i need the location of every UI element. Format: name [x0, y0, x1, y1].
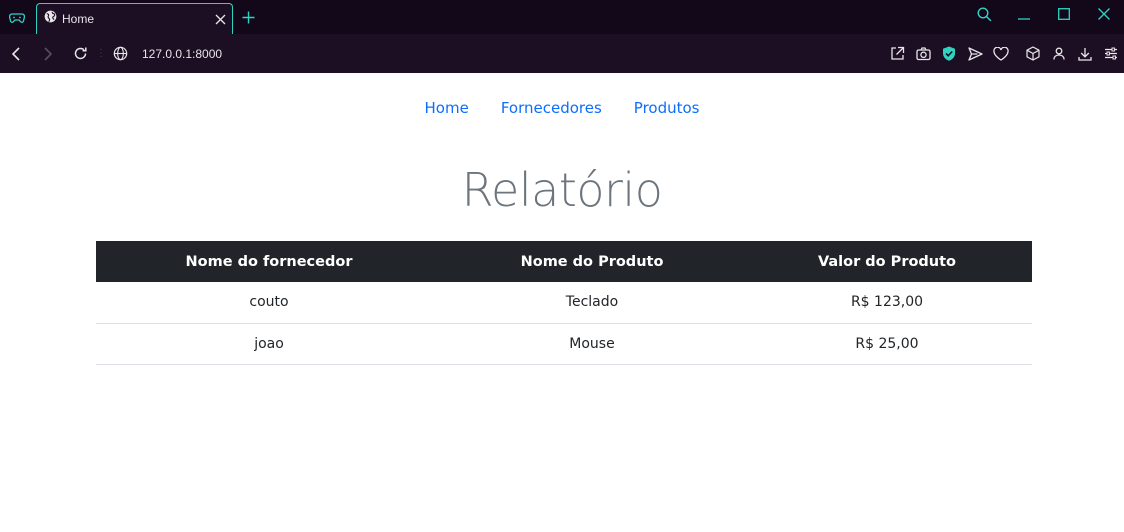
table-header-row: Nome do fornecedor Nome do Produto Valor… — [96, 241, 1032, 282]
browser-tabbar: Home — [0, 0, 1124, 34]
toolbar-icons — [884, 34, 1124, 73]
search-tabs-icon[interactable] — [964, 0, 1004, 28]
heart-icon[interactable] — [988, 39, 1014, 69]
globe-icon — [44, 10, 57, 28]
page-title: Relatório — [461, 163, 663, 217]
send-icon[interactable] — [962, 39, 988, 69]
close-tab-icon[interactable] — [208, 7, 232, 31]
cell-price: R$ 123,00 — [742, 282, 1032, 324]
nav-link-home[interactable]: Home — [409, 99, 485, 117]
cell-supplier: couto — [96, 282, 442, 324]
minimize-icon[interactable] — [1004, 0, 1044, 28]
column-header-price: Valor do Produto — [742, 241, 1032, 282]
back-icon[interactable] — [0, 38, 32, 70]
new-tab-button[interactable] — [236, 5, 260, 29]
shield-icon[interactable] — [936, 39, 962, 69]
camera-icon[interactable] — [910, 39, 936, 69]
column-header-supplier: Nome do fornecedor — [96, 241, 442, 282]
forward-icon[interactable] — [32, 38, 64, 70]
main-nav: Home Fornecedores Produtos — [0, 99, 1124, 117]
url-field[interactable]: 127.0.0.1:8000 — [142, 47, 222, 61]
gamepad-icon[interactable] — [0, 4, 34, 32]
cell-product: Teclado — [442, 282, 742, 324]
site-info-globe-icon[interactable] — [104, 38, 136, 70]
maximize-icon[interactable] — [1044, 0, 1084, 28]
share-icon[interactable] — [884, 39, 910, 69]
separator: ⋮ — [96, 48, 106, 59]
table-row: joao Mouse R$ 25,00 — [96, 323, 1032, 365]
table-body: couto Teclado R$ 123,00 joao Mouse R$ 25… — [96, 282, 1032, 365]
tab-home[interactable]: Home — [36, 3, 233, 34]
nav-link-fornecedores[interactable]: Fornecedores — [485, 99, 618, 117]
close-window-icon[interactable] — [1084, 0, 1124, 28]
address-bar: ⋮ 127.0.0.1:8000 — [0, 34, 1124, 73]
window-controls — [964, 0, 1124, 28]
cell-price: R$ 25,00 — [742, 323, 1032, 365]
cell-product: Mouse — [442, 323, 742, 365]
nav-link-produtos[interactable]: Produtos — [618, 99, 716, 117]
table-row: couto Teclado R$ 123,00 — [96, 282, 1032, 324]
download-icon[interactable] — [1072, 39, 1098, 69]
profile-icon[interactable] — [1046, 39, 1072, 69]
report-table: Nome do fornecedor Nome do Produto Valor… — [96, 241, 1032, 365]
tab-title: Home — [62, 12, 95, 26]
extensions-cube-icon[interactable] — [1020, 39, 1046, 69]
column-header-product: Nome do Produto — [442, 241, 742, 282]
table-header: Nome do fornecedor Nome do Produto Valor… — [96, 241, 1032, 282]
cell-supplier: joao — [96, 323, 442, 365]
page-content: Home Fornecedores Produtos Relatório Nom… — [0, 73, 1124, 532]
reload-icon[interactable] — [64, 38, 96, 70]
easy-setup-sliders-icon[interactable] — [1098, 39, 1124, 69]
